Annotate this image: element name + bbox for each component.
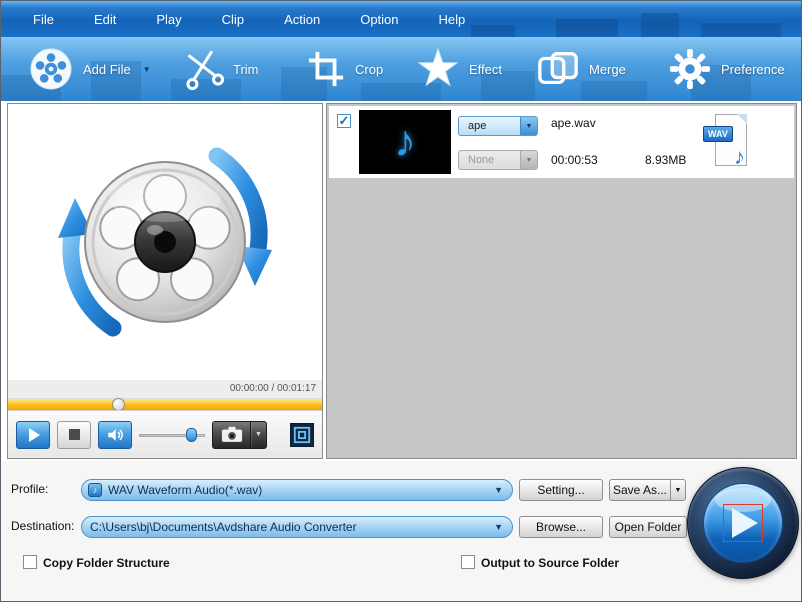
- effect-select[interactable]: None ▼: [458, 150, 538, 170]
- effect-value: None: [459, 154, 520, 166]
- preference-label: Preference: [721, 62, 785, 77]
- volume-handle[interactable]: [186, 428, 197, 442]
- fullscreen-icon: [293, 426, 311, 444]
- camera-icon: [221, 426, 243, 443]
- open-folder-button[interactable]: Open Folder: [609, 516, 687, 538]
- profile-select[interactable]: ♪ WAV Waveform Audio(*.wav) ▼: [81, 479, 513, 501]
- file-size: 8.93MB: [645, 153, 686, 167]
- save-as-dropdown-icon[interactable]: ▼: [670, 479, 686, 501]
- menu-item-edit[interactable]: Edit: [94, 12, 116, 27]
- star-icon: [417, 48, 459, 90]
- setting-button[interactable]: Setting...: [519, 479, 603, 501]
- file-list-item[interactable]: ✓ ♪ ape ▼ None ▼ ape.wav 00:00:53 8.93MB…: [329, 106, 794, 178]
- crop-label: Crop: [355, 62, 383, 77]
- wav-file-icon: ♪ WAV: [703, 114, 747, 168]
- merge-label: Merge: [589, 62, 626, 77]
- browse-button[interactable]: Browse...: [519, 516, 603, 538]
- fullscreen-button[interactable]: [290, 423, 314, 447]
- playback-controls: ▼: [8, 410, 322, 458]
- menu-item-clip[interactable]: Clip: [222, 12, 244, 27]
- toolbar: Add File ▼ Trim Crop Ef: [1, 37, 801, 101]
- page-fold-icon: [737, 114, 747, 124]
- trim-button[interactable]: Trim: [183, 37, 259, 101]
- skyline-decoration: [701, 23, 781, 37]
- menu-item-action[interactable]: Action: [284, 12, 320, 27]
- wav-badge: WAV: [703, 126, 733, 142]
- snapshot-dropdown-icon[interactable]: ▼: [251, 422, 266, 448]
- speaker-icon: [106, 426, 124, 444]
- convert-button[interactable]: [687, 467, 799, 579]
- menu-bar: File Edit Play Clip Action Option Help: [1, 1, 801, 37]
- volume-button[interactable]: [98, 421, 132, 449]
- snapshot-button[interactable]: ▼: [212, 421, 267, 449]
- format-select[interactable]: ape ▼: [458, 116, 538, 136]
- scissors-icon: [180, 46, 226, 92]
- add-file-dropdown-icon[interactable]: ▼: [143, 65, 151, 74]
- film-reel-icon: [29, 47, 73, 91]
- destination-value: C:\Users\bj\Documents\Avdshare Audio Con…: [90, 520, 357, 534]
- profile-dropdown-icon[interactable]: ▼: [494, 485, 503, 495]
- copy-folder-structure-label: Copy Folder Structure: [43, 556, 170, 570]
- file-thumbnail: ♪: [359, 110, 451, 174]
- save-as-button[interactable]: Save As...: [609, 479, 671, 501]
- destination-dropdown-icon[interactable]: ▼: [494, 522, 503, 532]
- app-logo: [55, 132, 275, 352]
- preference-button[interactable]: Preference: [669, 37, 785, 101]
- profile-label: Profile:: [11, 482, 48, 496]
- crop-button[interactable]: Crop: [307, 37, 383, 101]
- preview-panel: 00:00:00 / 00:01:17: [7, 103, 323, 459]
- output-to-source-folder-label: Output to Source Folder: [481, 556, 619, 570]
- app-window: File Edit Play Clip Action Option Help A…: [0, 0, 802, 602]
- file-checkbox[interactable]: ✓: [337, 114, 351, 128]
- destination-select[interactable]: C:\Users\bj\Documents\Avdshare Audio Con…: [81, 516, 513, 538]
- crop-icon: [307, 50, 345, 88]
- copy-folder-structure-checkbox[interactable]: [23, 555, 37, 569]
- skyline-decoration: [641, 13, 679, 37]
- format-dropdown-icon[interactable]: ▼: [520, 117, 537, 135]
- stop-button[interactable]: [57, 421, 91, 449]
- profile-format-icon: ♪: [88, 483, 102, 497]
- destination-label: Destination:: [11, 519, 74, 533]
- volume-slider[interactable]: [139, 421, 205, 449]
- effect-button[interactable]: Effect: [417, 37, 502, 101]
- seek-bar[interactable]: [8, 398, 322, 410]
- menu-item-file[interactable]: File: [33, 12, 54, 27]
- output-to-source-folder-checkbox[interactable]: [461, 555, 475, 569]
- play-icon: [29, 428, 40, 442]
- merge-button[interactable]: Merge: [537, 37, 626, 101]
- play-button[interactable]: [16, 421, 50, 449]
- preview-area: [8, 104, 322, 380]
- menu-item-help[interactable]: Help: [439, 12, 466, 27]
- add-file-button[interactable]: Add File ▼: [29, 37, 151, 101]
- convert-play-icon: [732, 508, 758, 538]
- profile-value: WAV Waveform Audio(*.wav): [108, 483, 262, 497]
- stop-icon: [69, 429, 80, 440]
- time-display: 00:00:00 / 00:01:17: [8, 380, 322, 398]
- gear-icon: [669, 48, 711, 90]
- file-duration: 00:00:53: [551, 153, 598, 167]
- effect-label: Effect: [469, 62, 502, 77]
- skyline-decoration: [556, 19, 618, 37]
- format-value: ape: [459, 120, 520, 132]
- add-file-label: Add File: [83, 62, 131, 77]
- trim-label: Trim: [233, 62, 259, 77]
- file-name: ape.wav: [551, 116, 596, 130]
- merge-icon: [537, 49, 579, 89]
- effect-dropdown-icon: ▼: [520, 151, 537, 169]
- output-panel: Profile: ♪ WAV Waveform Audio(*.wav) ▼ S…: [1, 461, 801, 602]
- music-note-icon: ♪: [734, 146, 745, 168]
- menu-item-play[interactable]: Play: [156, 12, 181, 27]
- skyline-decoration: [471, 25, 515, 37]
- file-list-panel: ✓ ♪ ape ▼ None ▼ ape.wav 00:00:53 8.93MB…: [326, 103, 797, 459]
- snapshot-main[interactable]: [213, 422, 251, 448]
- music-note-icon: ♪: [394, 120, 416, 164]
- menu-item-option[interactable]: Option: [360, 12, 398, 27]
